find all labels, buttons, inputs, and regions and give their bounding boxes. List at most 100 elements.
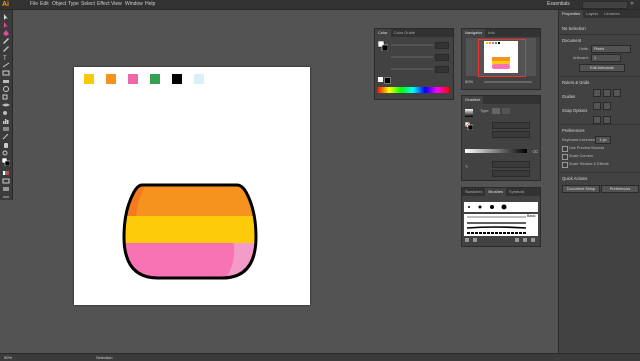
- tab-color-guide[interactable]: Color Guide: [391, 29, 418, 37]
- navigator-preview[interactable]: [466, 38, 536, 77]
- aspect-field[interactable]: [492, 131, 530, 138]
- grid-toggle-icon[interactable]: [603, 89, 611, 97]
- swatch-pink[interactable]: [128, 74, 138, 84]
- eraser-tool-icon[interactable]: [2, 78, 10, 83]
- menu-type[interactable]: Type: [68, 1, 79, 8]
- menu-view[interactable]: View: [111, 1, 122, 8]
- brush-tips-row[interactable]: [464, 202, 538, 212]
- width-tool-icon[interactable]: [2, 102, 10, 107]
- opacity-field[interactable]: [492, 161, 530, 168]
- navigator-zoom-slider[interactable]: [484, 81, 532, 83]
- snap-point-icon[interactable]: [593, 116, 601, 124]
- menu-object[interactable]: Object: [52, 1, 66, 8]
- vase-illustration[interactable]: [122, 182, 258, 282]
- eyedropper-tool-icon[interactable]: [2, 134, 10, 140]
- more-tools-icon[interactable]: [2, 194, 10, 199]
- color-spectrum[interactable]: [377, 87, 449, 93]
- pixel-grid-toggle-icon[interactable]: [613, 89, 621, 97]
- color-mode-icon[interactable]: [2, 170, 10, 175]
- slider-1[interactable]: [391, 44, 433, 46]
- tab-layers[interactable]: Layers: [583, 10, 601, 18]
- tab-color[interactable]: Color: [375, 29, 391, 37]
- brush-tool-icon[interactable]: [2, 46, 10, 52]
- brush-strokes-list[interactable]: Basic: [464, 214, 538, 236]
- navigator-zoom[interactable]: 50%: [465, 79, 473, 84]
- fill-stroke-icon[interactable]: [1, 157, 11, 167]
- draw-mode-icon[interactable]: [2, 178, 10, 184]
- type-tool-icon[interactable]: T: [2, 54, 10, 60]
- radial-gradient-button[interactable]: [502, 108, 510, 114]
- quick-actions-heading: Quick Actions: [562, 176, 588, 181]
- pen-tool-icon[interactable]: [2, 30, 10, 36]
- gradient-tool-icon[interactable]: [2, 126, 10, 131]
- selection-tool-icon[interactable]: [2, 14, 10, 20]
- close-icon[interactable]: ✕: [630, 1, 637, 8]
- hand-tool-icon[interactable]: [2, 142, 10, 148]
- tab-properties[interactable]: Properties: [559, 10, 584, 18]
- black-chip[interactable]: [384, 77, 391, 84]
- slider-2[interactable]: [391, 56, 433, 58]
- tab-info[interactable]: Info: [485, 29, 498, 37]
- document-setup-button[interactable]: Document Setup: [562, 185, 600, 193]
- tab-symbols[interactable]: Symbols: [506, 188, 527, 196]
- rectangle-tool-icon[interactable]: [2, 70, 10, 76]
- menu-select[interactable]: Select: [81, 1, 95, 8]
- menu-edit[interactable]: Edit: [40, 1, 49, 8]
- scale-tool-icon[interactable]: [2, 94, 10, 100]
- tab-swatches[interactable]: Swatches: [462, 188, 485, 196]
- swatch-orange[interactable]: [106, 74, 116, 84]
- eyedropper-icon[interactable]: ✎: [465, 164, 469, 169]
- value-field-1[interactable]: [435, 42, 449, 49]
- value-field-2[interactable]: [435, 54, 449, 61]
- scale-strokes-label: Scale Strokes & Effects: [569, 162, 609, 166]
- snap-pixel-icon[interactable]: [603, 116, 611, 124]
- tab-libraries[interactable]: Libraries: [601, 10, 622, 18]
- fill-stroke-icon[interactable]: [464, 121, 474, 131]
- fill-stroke-icon[interactable]: [377, 40, 389, 52]
- search-input[interactable]: [582, 1, 628, 9]
- swatch-green[interactable]: [150, 74, 160, 84]
- swatch-black[interactable]: [172, 74, 182, 84]
- guides-toggle-icon[interactable]: [593, 102, 601, 110]
- angle-field[interactable]: [492, 122, 530, 129]
- artboard-dropdown[interactable]: 1: [591, 54, 621, 62]
- gradient-slider[interactable]: [465, 149, 527, 153]
- direct-selection-tool-icon[interactable]: [2, 22, 10, 28]
- keyboard-increment-field[interactable]: 1 px: [595, 136, 611, 144]
- scale-corners-checkbox[interactable]: [562, 154, 568, 160]
- edit-artboards-button[interactable]: Edit Artboards: [579, 64, 625, 72]
- shape-builder-tool-icon[interactable]: [2, 110, 10, 115]
- menu-file[interactable]: File: [30, 1, 38, 8]
- tab-brushes[interactable]: Brushes: [485, 188, 507, 196]
- slider-3[interactable]: [391, 68, 433, 70]
- artboard[interactable]: [74, 67, 310, 305]
- screen-mode-icon[interactable]: [2, 186, 10, 191]
- value-field-3[interactable]: [435, 66, 449, 73]
- preferences-button[interactable]: Preferences: [601, 185, 639, 193]
- tab-navigator[interactable]: Navigator: [462, 29, 486, 37]
- scale-strokes-checkbox[interactable]: [562, 162, 568, 168]
- linear-gradient-button[interactable]: [492, 108, 500, 114]
- use-preview-bounds-checkbox[interactable]: [562, 146, 568, 152]
- units-dropdown[interactable]: Pixels: [591, 45, 631, 53]
- gradient-thumbnail[interactable]: [465, 109, 473, 117]
- color-panel-tabs: Color Color Guide: [375, 29, 453, 37]
- trash-icon[interactable]: ⌫: [532, 149, 538, 154]
- tab-gradient[interactable]: Gradient: [462, 96, 484, 104]
- white-chip[interactable]: [378, 77, 383, 82]
- guides-lock-icon[interactable]: [603, 102, 611, 110]
- zoom-tool-icon[interactable]: [2, 150, 10, 156]
- navigator-view-frame[interactable]: [478, 39, 526, 77]
- menu-effect[interactable]: Effect: [97, 1, 110, 8]
- workspace-switcher[interactable]: Essentials: [547, 1, 570, 8]
- rotate-tool-icon[interactable]: [2, 86, 10, 92]
- menu-window[interactable]: Window: [125, 1, 143, 8]
- swatch-light-blue[interactable]: [194, 74, 204, 84]
- pencil-tool-icon[interactable]: [2, 38, 10, 44]
- location-field[interactable]: [492, 170, 530, 177]
- graph-tool-icon[interactable]: [2, 118, 10, 124]
- line-tool-icon[interactable]: [2, 62, 10, 68]
- swatch-yellow[interactable]: [84, 74, 94, 84]
- rulers-toggle-icon[interactable]: [593, 89, 601, 97]
- menu-help[interactable]: Help: [145, 1, 155, 8]
